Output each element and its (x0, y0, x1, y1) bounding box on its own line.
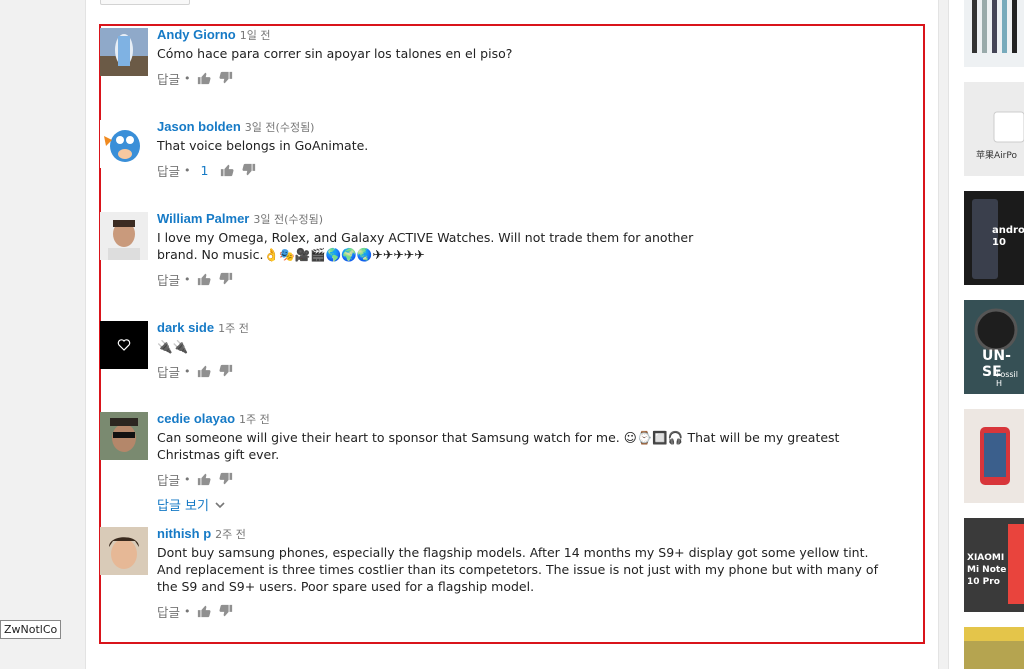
thumbs-down-icon[interactable] (219, 272, 233, 286)
video-thumbnail[interactable] (964, 0, 1024, 67)
separator-dot: • (184, 272, 191, 286)
avatar[interactable] (100, 212, 148, 260)
author-name[interactable]: Andy Giorno (157, 27, 236, 42)
thumbs-down-icon[interactable] (219, 604, 233, 618)
avatar[interactable] (100, 321, 148, 369)
separator-dot: • (184, 71, 191, 85)
comment-time[interactable]: 1주 전 (239, 413, 270, 426)
separator-dot: • (184, 364, 191, 378)
comment-text: Cómo hace para correr sin apoyar los tal… (157, 46, 513, 61)
author-name[interactable]: cedie olayao (157, 411, 235, 426)
thumbs-down-icon[interactable] (219, 472, 233, 486)
avatar[interactable] (100, 28, 148, 76)
thumbnail-caption: android 10 (992, 225, 1024, 248)
reply-button[interactable]: 답글 (157, 362, 180, 381)
chevron-down-icon (215, 501, 225, 508)
reply-button[interactable]: 답글 (157, 270, 180, 289)
thumbs-down-icon[interactable] (219, 71, 233, 85)
reply-button[interactable]: 답글 (157, 470, 180, 489)
comment-text: I love my Omega, Rolex, and Galaxy ACTIV… (157, 230, 694, 262)
view-replies-label: 답글 보기 (157, 499, 209, 514)
video-thumbnail[interactable] (964, 627, 1024, 669)
sort-button[interactable] (100, 0, 190, 5)
author-name[interactable]: nithish p (157, 526, 211, 541)
comment-time[interactable]: 1일 전 (240, 29, 271, 42)
thumbs-up-icon[interactable] (197, 272, 211, 286)
view-replies-link[interactable]: 답글 보기 (157, 495, 897, 514)
author-name[interactable]: dark side (157, 320, 214, 335)
avatar[interactable] (100, 412, 148, 460)
comment-time[interactable]: 3일 전(수정됨) (245, 121, 315, 134)
video-thumbnail[interactable]: android 10 (964, 191, 1024, 285)
thumbs-down-icon[interactable] (219, 364, 233, 378)
thumbs-up-icon[interactable] (197, 364, 211, 378)
tooltip: ZwNotlCo (0, 620, 62, 639)
comment-text: Dont buy samsung phones, especially the … (157, 545, 878, 594)
comment-text: 🔌🔌 (157, 339, 189, 354)
thumbs-up-icon[interactable] (220, 163, 234, 177)
separator-dot: • (184, 163, 191, 177)
comment-text: That voice belongs in GoAnimate. (157, 138, 369, 153)
thumbnail-subcaption: Fossil H (996, 370, 1018, 388)
thumbnail-caption: XIAOMI Mi Note 10 Pro (967, 553, 1007, 587)
video-thumbnail[interactable]: XIAOMI Mi Note 10 Pro (964, 518, 1024, 612)
reply-button[interactable]: 답글 (157, 602, 180, 621)
thumbs-up-icon[interactable] (197, 472, 211, 486)
related-videos-sidebar: 苹果AirPo android 10 UN-SE Fossil H XIAOMI… (948, 0, 1024, 669)
video-thumbnail[interactable]: UN-SE Fossil H (964, 300, 1024, 394)
like-count: 1 (200, 162, 209, 178)
separator-dot: • (184, 604, 191, 618)
thumbs-up-icon[interactable] (197, 604, 211, 618)
reply-button[interactable]: 답글 (157, 161, 180, 180)
reply-button[interactable]: 답글 (157, 69, 180, 88)
comment-time[interactable]: 2주 전 (215, 528, 246, 541)
separator-dot: • (184, 472, 191, 486)
avatar[interactable] (100, 527, 148, 575)
comment-time[interactable]: 3일 전(수정됨) (253, 213, 323, 226)
thumbs-down-icon[interactable] (242, 163, 256, 177)
author-name[interactable]: Jason bolden (157, 119, 241, 134)
author-name[interactable]: William Palmer (157, 211, 249, 226)
avatar[interactable] (100, 120, 148, 168)
comment-time[interactable]: 1주 전 (218, 322, 249, 335)
thumbs-up-icon[interactable] (197, 71, 211, 85)
video-thumbnail[interactable] (964, 409, 1024, 503)
thumbnail-caption: 苹果AirPo (976, 151, 1017, 161)
comment-text: Can someone will give their heart to spo… (157, 430, 840, 462)
video-thumbnail[interactable]: 苹果AirPo (964, 82, 1024, 176)
